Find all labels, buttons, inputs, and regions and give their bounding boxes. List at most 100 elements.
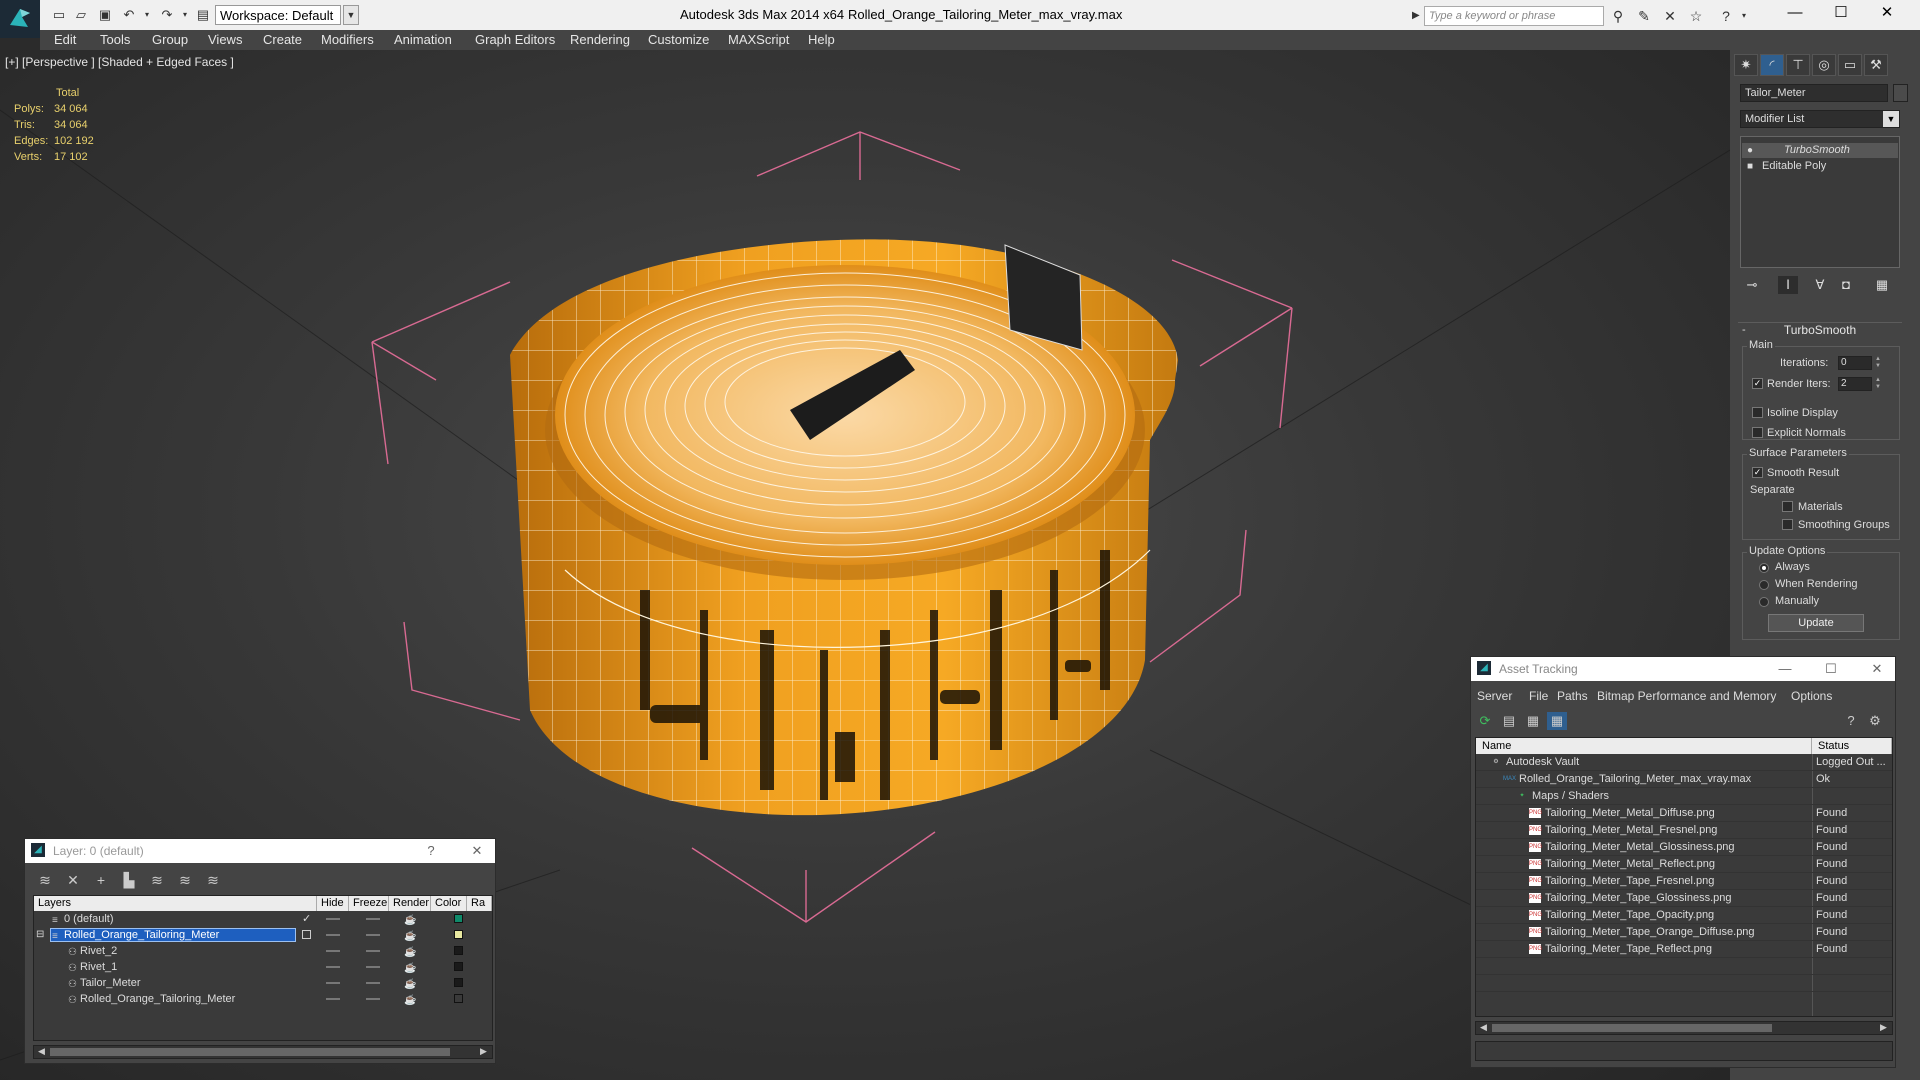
menu-views[interactable]: Views	[208, 32, 242, 47]
column-header[interactable]: Color	[431, 896, 467, 911]
asset-row[interactable]: PNG Tailoring_Meter_Tape_Fresnel.png Found	[1476, 873, 1892, 890]
materials-checkbox[interactable]	[1782, 501, 1793, 512]
freeze-toggle[interactable]	[366, 982, 380, 984]
asset-row[interactable]: PNG Tailoring_Meter_Tape_Reflect.png Found	[1476, 941, 1892, 958]
layer-row[interactable]: ⚇ Rivet_1 ☕	[34, 959, 492, 975]
hierarchy-tab-icon[interactable]: ⊤	[1786, 54, 1810, 76]
iterations-spinner[interactable]: 0	[1838, 356, 1872, 370]
layer-color-swatch[interactable]	[454, 978, 463, 987]
project-folder-icon[interactable]: ▤	[194, 6, 212, 24]
menu-create[interactable]: Create	[263, 32, 302, 47]
show-end-result-icon[interactable]: Ⅰ	[1778, 276, 1798, 294]
set-current-checkbox[interactable]	[302, 930, 311, 939]
scrollbar-thumb[interactable]	[1492, 1024, 1772, 1032]
menu-customize[interactable]: Customize	[648, 32, 709, 47]
asset-row[interactable]: PNG Tailoring_Meter_Metal_Reflect.png Foun…	[1476, 856, 1892, 873]
hide-toggle[interactable]	[326, 950, 340, 952]
highlight-selected-icon[interactable]: ≋	[147, 871, 167, 889]
modify-tab-icon[interactable]: ◜	[1760, 54, 1784, 76]
freeze-toggle[interactable]	[366, 998, 380, 1000]
stack-item-turbosmooth[interactable]: ● TurboSmooth	[1742, 143, 1898, 158]
motion-tab-icon[interactable]: ◎	[1812, 54, 1836, 76]
close-icon[interactable]: ✕	[1864, 0, 1910, 28]
stack-item-editable-poly[interactable]: ■ Editable Poly	[1742, 159, 1898, 174]
lightbulb-icon[interactable]: ●	[1747, 143, 1753, 158]
layer-row[interactable]: ⊟ ≡ Rolled_Orange_Tailoring_Meter ☕	[34, 927, 492, 943]
scroll-left-icon[interactable]: ◀	[1480, 1022, 1487, 1033]
layer-window-titlebar[interactable]: ◢ Layer: 0 (default) ? ✕	[25, 839, 495, 863]
chevron-down-icon[interactable]: ▼	[1883, 111, 1899, 127]
layer-color-swatch[interactable]	[454, 946, 463, 955]
asset-row[interactable]: PNG Tailoring_Meter_Tape_Orange_Diffuse.p…	[1476, 924, 1892, 941]
layer-row[interactable]: ≡ 0 (default) ✓ ☕	[34, 911, 492, 927]
refresh-icon[interactable]: ⟳	[1475, 712, 1495, 730]
subscription-icon[interactable]: ✎	[1634, 6, 1654, 26]
scroll-left-icon[interactable]: ◀	[38, 1046, 45, 1057]
object-color-swatch[interactable]	[1893, 84, 1908, 102]
asset-row[interactable]: PNG Tailoring_Meter_Metal_Fresnel.png Foun…	[1476, 822, 1892, 839]
column-header[interactable]: Ra	[467, 896, 492, 911]
layer-color-swatch[interactable]	[454, 930, 463, 939]
always-radio[interactable]	[1759, 563, 1769, 573]
horizontal-scrollbar[interactable]: ◀ ▶	[33, 1045, 493, 1059]
favorites-star-icon[interactable]: ☆	[1686, 6, 1706, 26]
manually-radio[interactable]	[1759, 597, 1769, 607]
spinner-arrows-icon[interactable]: ▲ ▼	[1874, 377, 1882, 391]
explicit-normals-checkbox[interactable]	[1752, 427, 1763, 438]
spinner-arrows-icon[interactable]: ▲ ▼	[1874, 356, 1882, 370]
help-icon[interactable]: ?	[1841, 712, 1861, 730]
list-view-icon[interactable]: ▤	[1499, 712, 1519, 730]
viewport-label[interactable]: [+] [Perspective ] [Shaded + Edged Faces…	[5, 55, 234, 69]
column-header[interactable]: Name	[1476, 738, 1812, 754]
add-to-layer-icon[interactable]: +	[91, 871, 111, 889]
rollout-title[interactable]: TurboSmooth	[1738, 323, 1902, 337]
asset-menu-file[interactable]: File	[1529, 689, 1548, 703]
open-file-icon[interactable]: ▱	[72, 6, 90, 24]
help-icon[interactable]: ?	[1716, 6, 1736, 26]
close-icon[interactable]: ✕	[1869, 662, 1885, 678]
smoothing-groups-checkbox[interactable]	[1782, 519, 1793, 530]
menu-help[interactable]: Help	[808, 32, 835, 47]
display-tab-icon[interactable]: ▭	[1838, 54, 1862, 76]
asset-row[interactable]: PNG Tailoring_Meter_Tape_Opacity.png Found	[1476, 907, 1892, 924]
freeze-toggle[interactable]	[366, 918, 380, 920]
minimize-icon[interactable]: —	[1772, 0, 1818, 28]
menu-graph-editors[interactable]: Graph Editors	[475, 32, 555, 47]
maximize-icon[interactable]: ☐	[1818, 0, 1864, 28]
horizontal-scrollbar[interactable]: ◀ ▶	[1475, 1021, 1893, 1035]
column-header[interactable]: Freeze	[349, 896, 389, 911]
asset-menu-server[interactable]: Server	[1477, 689, 1512, 703]
search-input[interactable]: Type a keyword or phrase	[1424, 6, 1604, 26]
active-layer-check-icon[interactable]: ✓	[302, 911, 311, 927]
asset-row[interactable]: ✦ Maps / Shaders	[1476, 788, 1892, 805]
expand-box-icon[interactable]: ■	[1747, 159, 1753, 174]
asset-menu-options[interactable]: Options	[1791, 689, 1832, 703]
collapse-icon[interactable]: ⊟	[36, 927, 44, 943]
help-dropdown-icon[interactable]: ▾	[1734, 6, 1754, 26]
hide-toggle[interactable]	[326, 998, 340, 1000]
asset-row[interactable]: PNG Tailoring_Meter_Metal_Glossiness.png F…	[1476, 839, 1892, 856]
redo-dropdown-icon[interactable]: ▾	[176, 6, 194, 24]
binoculars-icon[interactable]: ⚲	[1608, 6, 1628, 26]
app-logo-icon[interactable]	[0, 0, 40, 38]
remove-modifier-icon[interactable]: ◘	[1836, 276, 1856, 294]
column-header[interactable]: Layers	[34, 896, 317, 911]
menu-rendering[interactable]: Rendering	[570, 32, 630, 47]
render-iters-spinner[interactable]: 2	[1838, 377, 1872, 391]
close-icon[interactable]: ✕	[469, 844, 485, 860]
column-header[interactable]: Hide	[317, 896, 349, 911]
smooth-result-checkbox[interactable]: ✓	[1752, 467, 1763, 478]
minimize-icon[interactable]: —	[1777, 662, 1793, 678]
pin-stack-icon[interactable]: ⊸	[1742, 276, 1762, 294]
menu-animation[interactable]: Animation	[394, 32, 452, 47]
search-expand-icon[interactable]: ▶	[1412, 6, 1424, 26]
layer-color-swatch[interactable]	[454, 914, 463, 923]
undo-icon[interactable]: ↶	[120, 6, 138, 24]
create-tab-icon[interactable]: ✷	[1734, 54, 1758, 76]
scroll-right-icon[interactable]: ▶	[1880, 1022, 1887, 1033]
menu-tools[interactable]: Tools	[100, 32, 130, 47]
column-header[interactable]: Render	[389, 896, 431, 911]
scrollbar-thumb[interactable]	[50, 1048, 450, 1056]
isoline-display-checkbox[interactable]	[1752, 407, 1763, 418]
hide-toggle[interactable]	[326, 982, 340, 984]
